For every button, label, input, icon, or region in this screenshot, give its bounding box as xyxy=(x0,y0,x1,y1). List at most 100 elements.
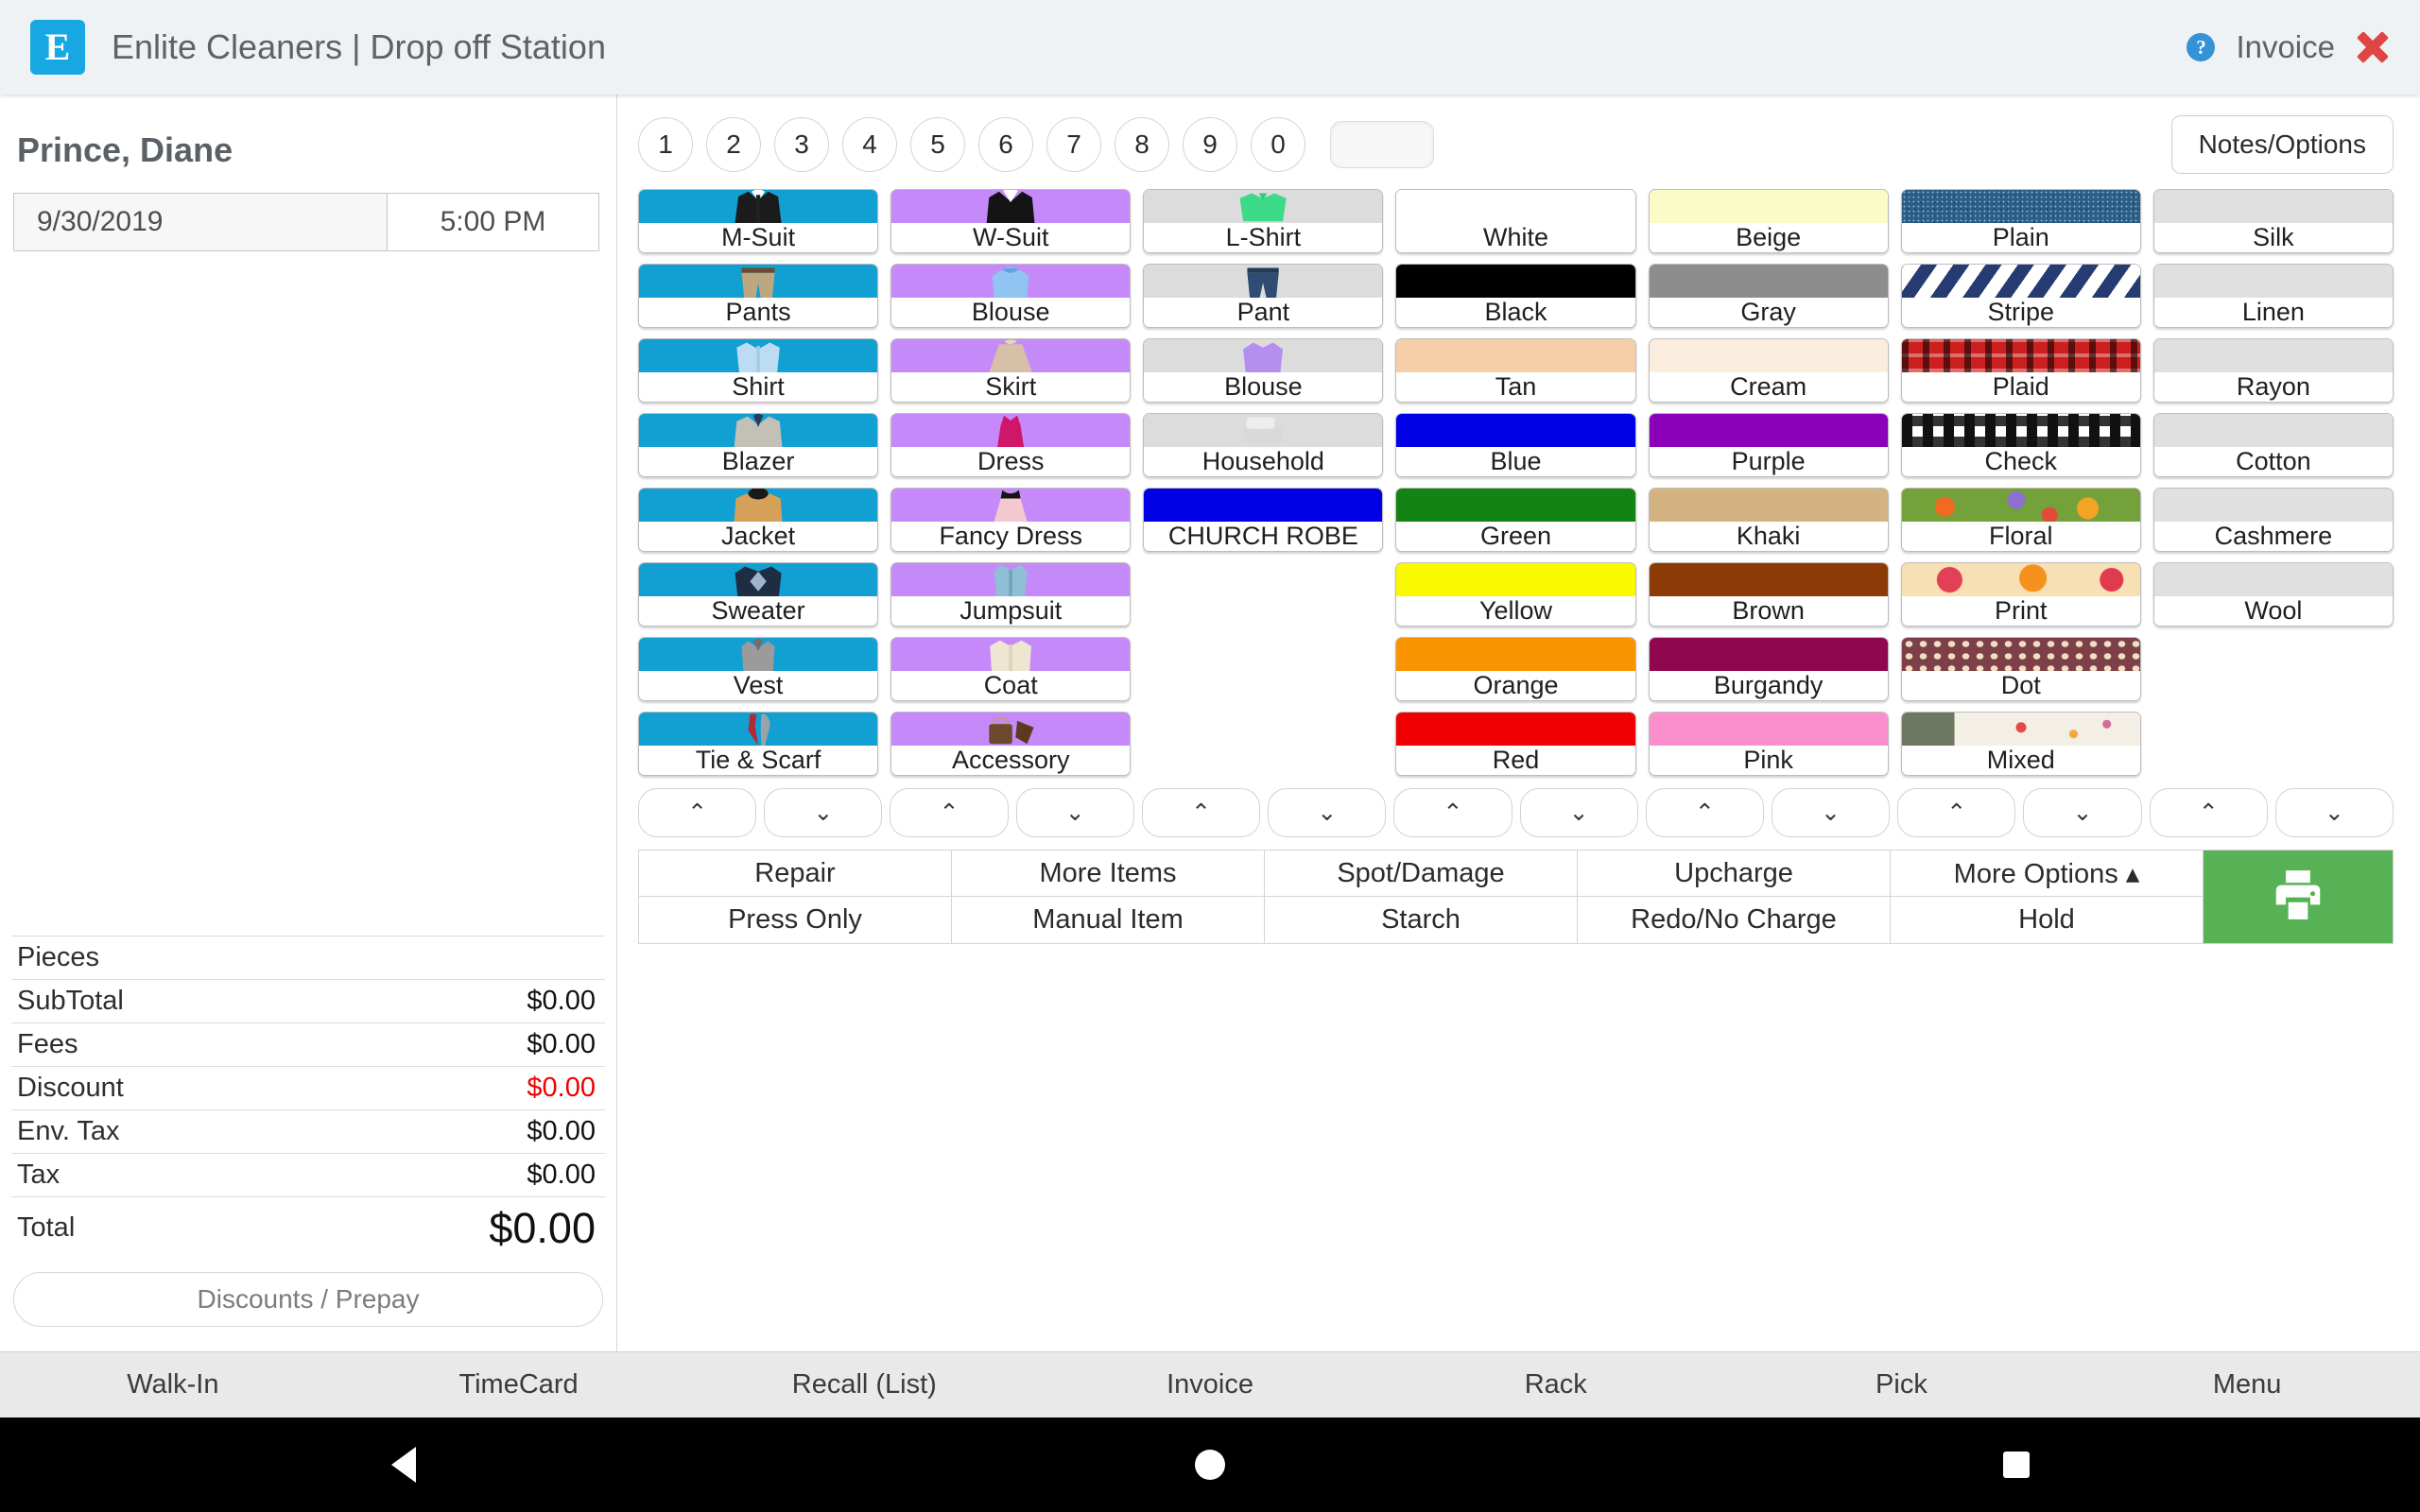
nav-rack[interactable]: Rack xyxy=(1383,1352,1729,1418)
grid-cell-vest[interactable]: Vest xyxy=(638,637,879,701)
stepper-up-icon-1[interactable]: ⌃ xyxy=(638,788,757,837)
grid-cell-red[interactable]: Red xyxy=(1395,712,1636,776)
grid-cell-linen[interactable]: Linen xyxy=(2152,264,2394,328)
stepper-up-icon-7[interactable]: ⌃ xyxy=(2149,788,2268,837)
grid-cell-m-suit[interactable]: M-Suit xyxy=(638,189,879,253)
grid-cell-cotton[interactable]: Cotton xyxy=(2152,413,2394,477)
grid-cell-check[interactable]: Check xyxy=(1900,413,2141,477)
stepper-up-icon-5[interactable]: ⌃ xyxy=(1645,788,1764,837)
grid-cell-white[interactable]: White xyxy=(1395,189,1636,253)
grid-cell-green[interactable]: Green xyxy=(1395,488,1636,552)
grid-cell-dress[interactable]: Dress xyxy=(890,413,1132,477)
qty-button-8[interactable]: 8 xyxy=(1115,117,1169,172)
grid-cell-khaki[interactable]: Khaki xyxy=(1648,488,1889,552)
grid-cell-dot[interactable]: Dot xyxy=(1900,637,2141,701)
stepper-down-icon-2[interactable]: ⌄ xyxy=(1015,788,1134,837)
nav-walk-in[interactable]: Walk-In xyxy=(0,1352,346,1418)
action-hold[interactable]: Hold xyxy=(1891,897,2204,943)
nav-invoice[interactable]: Invoice xyxy=(1037,1352,1383,1418)
grid-cell-gray[interactable]: Gray xyxy=(1648,264,1889,328)
grid-cell-orange[interactable]: Orange xyxy=(1395,637,1636,701)
nav-recall[interactable]: Recall (List) xyxy=(691,1352,1037,1418)
qty-button-0[interactable]: 0 xyxy=(1251,117,1305,172)
qty-button-4[interactable]: 4 xyxy=(842,117,897,172)
grid-cell-shirt[interactable]: Shirt xyxy=(638,338,879,403)
stepper-up-icon-4[interactable]: ⌃ xyxy=(1393,788,1512,837)
action-spot-damage[interactable]: Spot/Damage xyxy=(1265,850,1578,897)
action-repair[interactable]: Repair xyxy=(639,850,952,897)
invoice-link[interactable]: Invoice xyxy=(2236,29,2335,65)
stepper-down-icon-7[interactable]: ⌄ xyxy=(2274,788,2394,837)
discounts-prepay-button[interactable]: Discounts / Prepay xyxy=(13,1272,603,1327)
action-starch[interactable]: Starch xyxy=(1265,897,1578,943)
grid-cell-coat[interactable]: Coat xyxy=(890,637,1132,701)
stepper-down-icon-4[interactable]: ⌄ xyxy=(1519,788,1638,837)
grid-cell-l-shirt[interactable]: L-Shirt xyxy=(1143,189,1384,253)
grid-cell-yellow[interactable]: Yellow xyxy=(1395,562,1636,627)
print-button[interactable] xyxy=(2204,850,2393,943)
stepper-down-icon-5[interactable]: ⌄ xyxy=(1771,788,1891,837)
stepper-up-icon-3[interactable]: ⌃ xyxy=(1141,788,1261,837)
action-more-options[interactable]: More Options ▴ xyxy=(1891,850,2204,897)
grid-cell-wool[interactable]: Wool xyxy=(2152,562,2394,627)
grid-cell-cashmere[interactable]: Cashmere xyxy=(2152,488,2394,552)
home-circle-icon[interactable] xyxy=(1115,1450,1305,1480)
back-triangle-icon[interactable] xyxy=(309,1447,498,1483)
qty-button-9[interactable]: 9 xyxy=(1183,117,1237,172)
nav-menu[interactable]: Menu xyxy=(2074,1352,2420,1418)
grid-cell-blouse[interactable]: Blouse xyxy=(890,264,1132,328)
qty-button-1[interactable]: 1 xyxy=(638,117,693,172)
grid-cell-accessory[interactable]: Accessory xyxy=(890,712,1132,776)
grid-cell-household[interactable]: Household xyxy=(1143,413,1384,477)
grid-cell-purple[interactable]: Purple xyxy=(1648,413,1889,477)
grid-cell-black[interactable]: Black xyxy=(1395,264,1636,328)
stepper-down-icon-6[interactable]: ⌄ xyxy=(2023,788,2142,837)
grid-cell-pant[interactable]: Pant xyxy=(1143,264,1384,328)
stepper-down-icon-1[interactable]: ⌄ xyxy=(764,788,883,837)
nav-pick[interactable]: Pick xyxy=(1729,1352,2075,1418)
stepper-up-icon-2[interactable]: ⌃ xyxy=(890,788,1009,837)
close-x-icon[interactable] xyxy=(2356,30,2390,64)
grid-cell-beige[interactable]: Beige xyxy=(1648,189,1889,253)
stepper-down-icon-3[interactable]: ⌄ xyxy=(1268,788,1387,837)
action-upcharge[interactable]: Upcharge xyxy=(1578,850,1891,897)
grid-cell-sweater[interactable]: Sweater xyxy=(638,562,879,627)
grid-cell-burgandy[interactable]: Burgandy xyxy=(1648,637,1889,701)
action-manual-item[interactable]: Manual Item xyxy=(952,897,1265,943)
grid-cell-silk[interactable]: Silk xyxy=(2152,189,2394,253)
grid-cell-church-robe[interactable]: CHURCH ROBE xyxy=(1143,488,1384,552)
due-time-field[interactable]: 5:00 PM xyxy=(388,194,598,250)
grid-cell-jumpsuit[interactable]: Jumpsuit xyxy=(890,562,1132,627)
qty-button-5[interactable]: 5 xyxy=(910,117,965,172)
grid-cell-pants[interactable]: Pants xyxy=(638,264,879,328)
notes-options-button[interactable]: Notes/Options xyxy=(2170,115,2394,174)
grid-cell-jacket[interactable]: Jacket xyxy=(638,488,879,552)
grid-cell-plaid[interactable]: Plaid xyxy=(1900,338,2141,403)
question-mark-icon[interactable]: ? xyxy=(2187,33,2216,61)
action-press-only[interactable]: Press Only xyxy=(639,897,952,943)
grid-cell-brown[interactable]: Brown xyxy=(1648,562,1889,627)
grid-cell-tan[interactable]: Tan xyxy=(1395,338,1636,403)
grid-cell-stripe[interactable]: Stripe xyxy=(1900,264,2141,328)
stepper-up-icon-6[interactable]: ⌃ xyxy=(1897,788,2016,837)
qty-button-6[interactable]: 6 xyxy=(978,117,1033,172)
action-redo-no-charge[interactable]: Redo/No Charge xyxy=(1578,897,1891,943)
grid-cell-cream[interactable]: Cream xyxy=(1648,338,1889,403)
qty-button-3[interactable]: 3 xyxy=(774,117,829,172)
grid-cell-blazer[interactable]: Blazer xyxy=(638,413,879,477)
grid-cell-rayon[interactable]: Rayon xyxy=(2152,338,2394,403)
grid-cell-fancy-dress[interactable]: Fancy Dress xyxy=(890,488,1132,552)
grid-cell-floral[interactable]: Floral xyxy=(1900,488,2141,552)
recents-square-icon[interactable] xyxy=(1922,1452,2111,1478)
qty-button-2[interactable]: 2 xyxy=(706,117,761,172)
due-date-field[interactable]: 9/30/2019 xyxy=(14,194,388,250)
nav-timecard[interactable]: TimeCard xyxy=(346,1352,692,1418)
grid-cell-plain[interactable]: Plain xyxy=(1900,189,2141,253)
quantity-input[interactable] xyxy=(1330,121,1434,168)
grid-cell-w-suit[interactable]: W-Suit xyxy=(890,189,1132,253)
grid-cell-skirt[interactable]: Skirt xyxy=(890,338,1132,403)
action-more-items[interactable]: More Items xyxy=(952,850,1265,897)
grid-cell-pink[interactable]: Pink xyxy=(1648,712,1889,776)
grid-cell-blouse[interactable]: Blouse xyxy=(1143,338,1384,403)
grid-cell-tie-scarf[interactable]: Tie & Scarf xyxy=(638,712,879,776)
